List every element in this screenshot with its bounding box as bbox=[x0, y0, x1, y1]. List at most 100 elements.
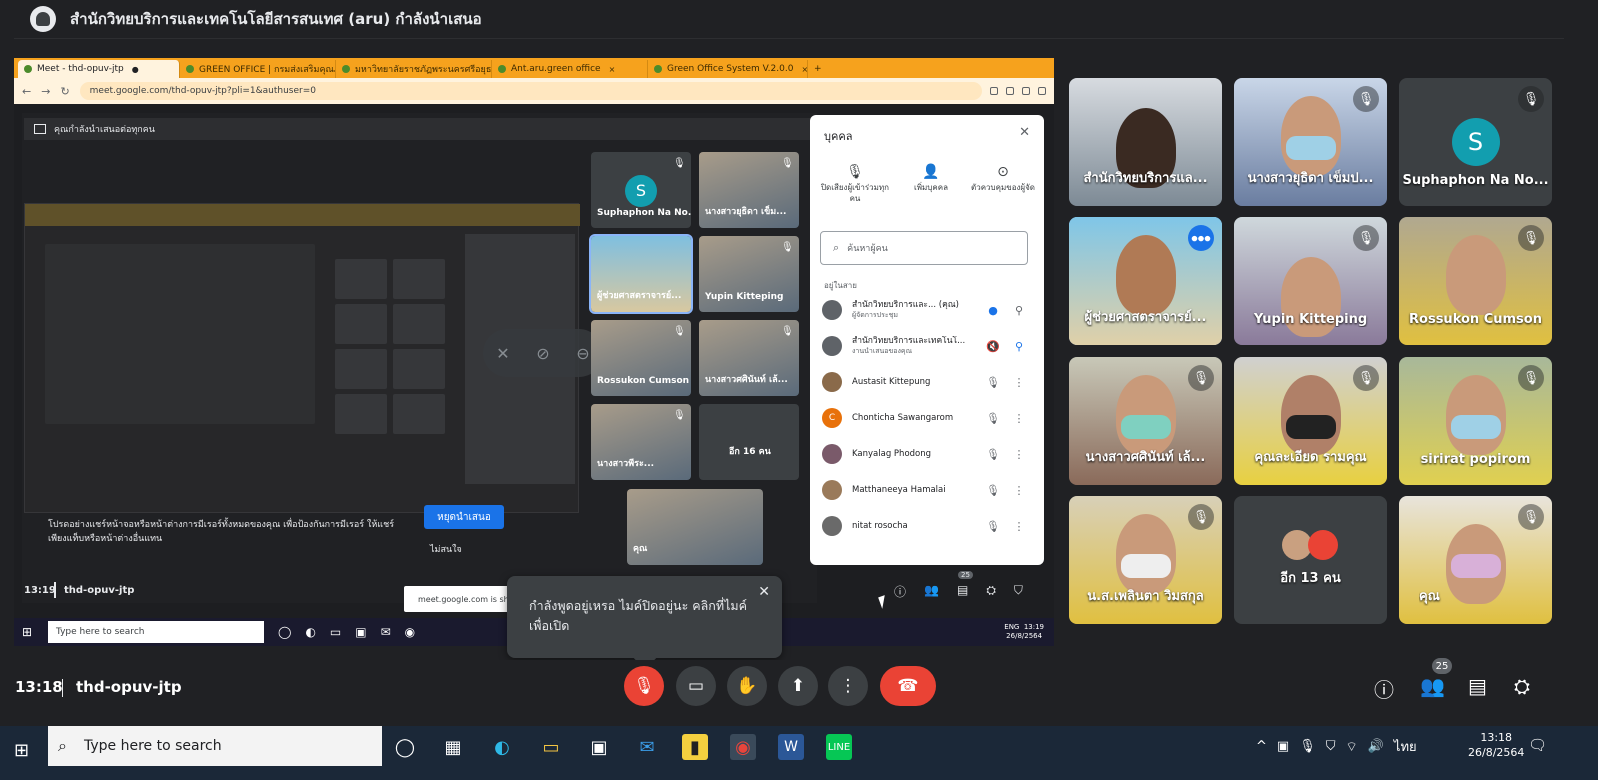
present-button[interactable]: ⬆ bbox=[778, 666, 818, 706]
task-view-icon[interactable]: ◯ bbox=[392, 734, 418, 760]
list-item[interactable]: Kanyalag Phodong 🎙 ⋮ bbox=[822, 439, 1032, 469]
wifi-icon[interactable]: ⌔ bbox=[1345, 739, 1357, 755]
list-item[interactable]: Matthaneeya Hamalai 🎙 ⋮ bbox=[822, 475, 1032, 505]
inner-tile: 🎙 Rossukon Cumson bbox=[591, 320, 691, 396]
store-icon: ▣ bbox=[355, 625, 367, 639]
participant-tile[interactable]: 🎙 น.ส.เพลินตา วิมสกุล bbox=[1069, 496, 1222, 624]
more-icon: ⋮ bbox=[839, 676, 857, 696]
mic-off-icon: 🎙 bbox=[673, 158, 686, 169]
avatar: C bbox=[822, 408, 842, 428]
dismiss-button[interactable]: ไม่สนใจ bbox=[430, 542, 462, 556]
add-person-icon: 👤 bbox=[922, 164, 940, 180]
language-indicator[interactable]: ไทย bbox=[1394, 736, 1417, 757]
participant-tile-speaking[interactable]: ⦁⦁⦁ ผู้ช่วยศาสตราจารย์... bbox=[1069, 217, 1222, 345]
line-icon[interactable]: LINE bbox=[826, 734, 852, 760]
list-item[interactable]: Austasit Kittepung 🎙 ⋮ bbox=[822, 367, 1032, 397]
taskbar-clock[interactable]: 13:18 26/8/2564 bbox=[1468, 730, 1524, 760]
chat-icon[interactable]: ▤ bbox=[1468, 674, 1487, 698]
end-call-button[interactable]: ☎ bbox=[880, 666, 936, 706]
close-icon[interactable]: ✕ bbox=[1019, 125, 1030, 140]
list-item[interactable]: สำนักวิทยบริการและเทคโนโ... งานนำเสนอของค… bbox=[822, 331, 1032, 361]
participant-tile[interactable]: 🎙 คุณละเอียด รามคุณ bbox=[1234, 357, 1387, 485]
list-item[interactable]: สำนักวิทยบริการและ... (คุณ) ผู้จัดการประช… bbox=[822, 295, 1032, 325]
inner-tile-self: คุณ bbox=[627, 489, 763, 565]
mic-off-icon: 🎙 bbox=[781, 158, 794, 169]
list-item[interactable]: C Chonticha Sawangarom 🎙 ⋮ bbox=[822, 403, 1032, 433]
mic-muted-toast: กำลังพูดอยู่เหรอ ไมค์ปิดอยู่นะ คลิกที่ไม… bbox=[507, 576, 782, 670]
mic-off-icon: 🎙 bbox=[1353, 365, 1379, 391]
add-people-button[interactable]: 👤 เพิ่มบุคคล bbox=[896, 164, 966, 193]
camera-icon: ▭ bbox=[687, 676, 705, 696]
list-item[interactable]: nitat rosocha 🎙 ⋮ bbox=[822, 511, 1032, 541]
more-options-button[interactable]: ⋮ bbox=[828, 666, 868, 706]
pin-icon: ⚲ bbox=[1014, 303, 1024, 317]
people-icon[interactable]: 👥 bbox=[1420, 674, 1445, 698]
camera-toggle-button[interactable]: ▭ bbox=[676, 666, 716, 706]
mic-off-icon: 🎙 bbox=[986, 411, 1000, 425]
present-icon bbox=[34, 124, 46, 134]
people-panel: บุคคล ✕ 🎙 ปิดเสียงผู้เข้าร่วมทุกคน 👤 เพิ่ม… bbox=[810, 115, 1044, 565]
inner-tile: 🎙 นางสาวศศินันท์ เล้... bbox=[699, 320, 799, 396]
speaking-icon: ● bbox=[988, 303, 998, 317]
participant-tile[interactable]: 🎙 นางสาวศศินันท์ เล้... bbox=[1069, 357, 1222, 485]
participant-tile[interactable]: 🎙 Yupin Kitteping bbox=[1234, 217, 1387, 345]
mic-off-icon: 🎙 bbox=[633, 676, 655, 696]
participant-tile[interactable]: 🎙 Rossukon Cumson bbox=[1399, 217, 1552, 345]
inner-present-banner: คุณกำลังนำเสนอต่อทุกคน bbox=[24, 118, 814, 140]
info-icon: ⓘ bbox=[894, 585, 907, 599]
new-tab-icon: + bbox=[814, 64, 822, 74]
participant-tile-more[interactable]: อีก 13 คน bbox=[1234, 496, 1387, 624]
mute-all-button[interactable]: 🎙 ปิดเสียงผู้เข้าร่วมทุกคน bbox=[820, 165, 890, 204]
meeting-code: thd-opuv-jtp bbox=[76, 678, 182, 696]
participant-tile[interactable]: 🎙 นางสาวยุธิดา เข็มป... bbox=[1234, 78, 1387, 206]
tab-green-office: GREEN OFFICE | กรมส่งเสริมคุณภาพ...× bbox=[180, 60, 336, 78]
participant-tile-self[interactable]: 🎙 คุณ bbox=[1399, 496, 1552, 624]
stop-presenting-button[interactable]: หยุดนำเสนอ bbox=[424, 505, 504, 529]
avatar bbox=[822, 480, 842, 500]
activities-icon[interactable]: ⛭ bbox=[1514, 674, 1530, 698]
chevron-up-icon[interactable]: ^ bbox=[1256, 739, 1267, 754]
close-icon[interactable]: ✕ bbox=[758, 582, 770, 602]
store-icon[interactable]: ▣ bbox=[586, 734, 612, 760]
participant-tile[interactable]: 🎙 sirirat popirom bbox=[1399, 357, 1552, 485]
edge-icon[interactable]: ◐ bbox=[489, 734, 515, 760]
participant-tile[interactable]: สำนักวิทยบริการแล... bbox=[1069, 78, 1222, 206]
share-hint: โปรดอย่างแชร์หน้าจอหรือหน้าต่างการมีเรอร… bbox=[48, 520, 395, 544]
mic-off-icon: 🎙 bbox=[1188, 504, 1214, 530]
taskbar-search-input[interactable]: ⌕ Type here to search bbox=[48, 726, 382, 766]
mic-off-icon: 🎙 bbox=[986, 447, 1000, 461]
search-icon: ⌕ bbox=[833, 241, 840, 254]
mic-off-icon: 🎙 bbox=[1353, 225, 1379, 251]
shield-icon[interactable]: ⛉ bbox=[1326, 739, 1336, 754]
inner-tile: ผู้ช่วยศาสตราจารย์... bbox=[589, 234, 693, 314]
volume-icon[interactable]: 🔊 bbox=[1368, 739, 1384, 754]
folder-icon: ▭ bbox=[329, 625, 342, 639]
hand-icon: ✋ bbox=[736, 676, 758, 696]
section-label: อยู่ในสาย bbox=[824, 281, 857, 290]
mic-toggle-button[interactable]: 🎙 bbox=[624, 666, 664, 706]
people-icon: 👥 25 bbox=[924, 571, 973, 600]
people-search-input[interactable]: ⌕ ค้นหาผู้คน bbox=[820, 231, 1028, 265]
file-explorer-icon[interactable]: ▭ bbox=[538, 734, 564, 760]
microphone-icon[interactable]: 🎙 bbox=[1299, 739, 1316, 754]
widgets-icon[interactable]: ▦ bbox=[440, 734, 466, 760]
more-icon: ⋮ bbox=[1013, 375, 1025, 389]
mic-off-icon: 🎙 bbox=[1518, 504, 1544, 530]
network-icon[interactable]: ▣ bbox=[1277, 739, 1289, 754]
raise-hand-button[interactable]: ✋ bbox=[727, 666, 767, 706]
mail-icon[interactable]: ✉ bbox=[634, 734, 660, 760]
mic-off-icon: 🎙 bbox=[1353, 86, 1379, 112]
sticky-notes-icon[interactable]: ▮ bbox=[682, 734, 708, 760]
tab-green-office-system: Green Office System V.2.0.0 × bbox=[648, 60, 808, 78]
host-controls-button[interactable]: ⊙ ตัวควบคุมของผู้จัด bbox=[968, 164, 1038, 193]
mic-off-icon: 🎙 bbox=[673, 326, 686, 337]
phone-hangup-icon: ☎ bbox=[897, 676, 919, 696]
windows-start-icon[interactable]: ⊞ bbox=[14, 740, 29, 761]
info-icon[interactable]: ⓘ bbox=[1374, 674, 1394, 703]
chrome-icon[interactable]: ◉ bbox=[730, 734, 756, 760]
participant-tile[interactable]: S 🎙 Suphaphon Na No... bbox=[1399, 78, 1552, 206]
edge-icon: ◐ bbox=[305, 625, 316, 639]
toggle-icon: ⊙ bbox=[997, 164, 1009, 180]
notification-icon[interactable]: 🗨 bbox=[1528, 736, 1547, 754]
word-icon[interactable]: W bbox=[778, 734, 804, 760]
